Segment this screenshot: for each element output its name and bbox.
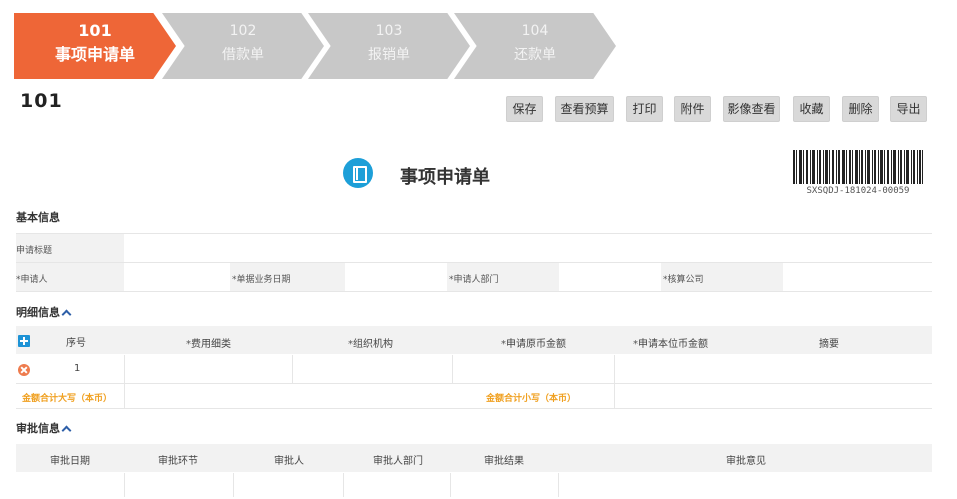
divider: [450, 473, 451, 497]
column-header-summary: 摘要: [819, 339, 839, 350]
step-number: 104: [521, 23, 549, 39]
delete-button[interactable]: 删除: [842, 96, 879, 122]
column-header-orig-amount: 申请原币金额: [501, 335, 566, 350]
column-header-local-amount: 申请本位币金额: [633, 335, 708, 350]
barcode-number: SXSQDJ-181024-00059: [806, 186, 910, 196]
barcode-image: [793, 150, 923, 184]
local-amount-input[interactable]: [615, 356, 932, 382]
approval-table-header: [16, 444, 932, 472]
detail-table-header: [16, 326, 932, 354]
orig-amount-input[interactable]: [453, 356, 613, 382]
form-title: 事项申请单: [400, 167, 490, 188]
detail-info-section-title[interactable]: 明细信息: [16, 304, 72, 320]
applicant-department-label: 申请人部门: [449, 272, 499, 285]
favorite-button[interactable]: 收藏: [793, 96, 830, 122]
applicant-department-input[interactable]: [559, 263, 661, 291]
step-101[interactable]: 101 事项申请单: [14, 13, 176, 79]
step-number: 101: [78, 21, 112, 40]
collapse-chevron-icon[interactable]: [61, 425, 72, 436]
column-header-expense-type: 费用细类: [186, 335, 231, 350]
save-button[interactable]: 保存: [506, 96, 543, 122]
column-header-approver: 审批人: [274, 456, 304, 467]
apply-title-label: 申请标题: [16, 246, 53, 256]
collapse-chevron-icon[interactable]: [61, 309, 72, 320]
column-header-seq: 序号: [66, 338, 86, 349]
column-header-org: 组织机构: [348, 335, 393, 350]
step-navigation: 101 事项申请单 102 借款单 103 报销单 104 还款单: [14, 13, 624, 79]
step-102[interactable]: 102 借款单: [162, 13, 324, 79]
print-button[interactable]: 打印: [626, 96, 663, 122]
applicant-input[interactable]: [124, 263, 230, 291]
expense-type-input[interactable]: [125, 356, 291, 382]
divider: [343, 473, 344, 497]
delete-row-icon[interactable]: [18, 364, 30, 376]
divider: [124, 384, 125, 408]
step-number: 103: [375, 23, 403, 39]
column-header-approval-opinion: 审批意见: [726, 456, 766, 467]
org-input[interactable]: [293, 356, 451, 382]
accounting-company-label: 核算公司: [663, 272, 704, 285]
column-header-approver-department: 审批人部门: [373, 456, 423, 467]
divider: [558, 473, 559, 497]
attachment-button[interactable]: 附件: [674, 96, 711, 122]
business-date-label: 单据业务日期: [232, 272, 291, 285]
step-number: 102: [229, 23, 257, 39]
column-header-approval-result: 审批结果: [484, 456, 524, 467]
view-budget-button[interactable]: 查看预算: [555, 96, 614, 122]
document-code: 101: [20, 90, 63, 112]
step-label: 事项申请单: [54, 45, 135, 64]
total-lower-label: 金额合计小写（本币）: [486, 394, 577, 404]
expense-application-page: 101 事项申请单 102 借款单 103 报销单 104 还款单 101 保存…: [0, 0, 957, 499]
step-104[interactable]: 104 还款单: [454, 13, 616, 79]
view-image-button[interactable]: 影像查看: [723, 96, 780, 122]
divider: [233, 473, 234, 497]
divider: [614, 384, 615, 408]
approval-info-label: 审批信息: [16, 422, 60, 435]
add-row-icon[interactable]: [18, 335, 30, 347]
divider: [16, 408, 932, 409]
apply-title-input[interactable]: [124, 234, 932, 262]
step-label: 还款单: [514, 47, 556, 63]
export-button[interactable]: 导出: [890, 96, 927, 122]
approval-info-section-title[interactable]: 审批信息: [16, 420, 72, 436]
step-label: 报销单: [368, 47, 410, 63]
business-date-input[interactable]: [345, 263, 447, 291]
accounting-company-input[interactable]: [783, 263, 932, 291]
row-seq: 1: [74, 363, 81, 374]
divider: [16, 383, 932, 384]
document-icon: [343, 158, 373, 188]
step-103[interactable]: 103 报销单: [308, 13, 470, 79]
applicant-label: 申请人: [16, 272, 48, 285]
total-upper-label: 金额合计大写（本币）: [22, 394, 113, 404]
basic-info-section-title: 基本信息: [16, 211, 60, 224]
divider: [124, 473, 125, 497]
detail-info-label: 明细信息: [16, 306, 60, 319]
column-header-approval-step: 审批环节: [158, 456, 198, 467]
step-label: 借款单: [222, 47, 264, 63]
divider: [16, 291, 932, 292]
column-header-approval-date: 审批日期: [50, 456, 90, 467]
